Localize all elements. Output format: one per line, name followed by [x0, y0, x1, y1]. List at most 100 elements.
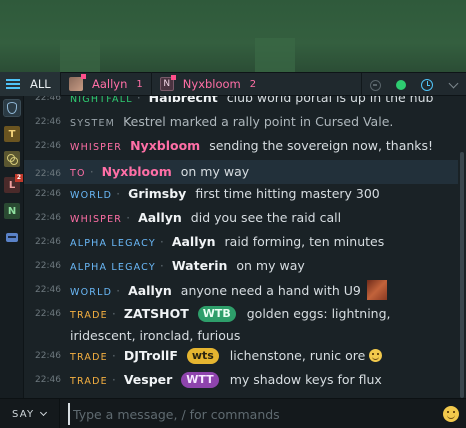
online-status-button[interactable] — [388, 73, 414, 97]
username[interactable]: Nyxbloom — [130, 138, 200, 153]
sidebar-letter: N — [7, 205, 17, 217]
chat-message: 22:46 NIGHTFALL · Halbrecht club world po… — [24, 96, 458, 110]
timestamps-toggle[interactable] — [414, 73, 440, 97]
channel-label: TRADE — [70, 352, 108, 363]
scrollbar[interactable] — [458, 96, 466, 398]
channel-label: SYSTEM — [70, 118, 116, 129]
message-text: raid forming, ten minutes — [224, 234, 385, 249]
username[interactable]: Halbrecht — [149, 96, 218, 105]
sidebar-item-n[interactable]: N — [4, 203, 20, 219]
timestamp: 22:46 — [35, 213, 61, 223]
terrain-block — [255, 38, 295, 72]
message-text: on my way — [236, 258, 305, 273]
username[interactable]: Vesper — [124, 372, 173, 387]
chat-message: 22:46 TRADE · Vesper WTT my shadow keys f… — [24, 370, 458, 392]
timestamp: 22:46 — [35, 117, 61, 127]
tab-bar-controls — [361, 73, 466, 97]
username[interactable]: Waterin — [172, 258, 228, 273]
username[interactable]: Aallyn — [128, 283, 172, 298]
chat-message-input[interactable] — [68, 403, 428, 425]
chat-message: 22:46 WORLD · Grimsby first time hitting … — [24, 184, 458, 206]
timestamp: 22:46 — [35, 141, 61, 151]
tab-all[interactable]: ALL — [0, 72, 60, 96]
chat-message: 22:46 TRADE · DJTrollF wts lichenstone, r… — [24, 346, 458, 368]
separator: · — [126, 210, 131, 225]
chat-message: 22:46 WHISPER Nyxbloom sending the sover… — [24, 136, 458, 158]
clock-icon — [421, 79, 433, 91]
game-viewport — [0, 0, 466, 72]
timestamp: 22:46 — [35, 285, 61, 295]
username[interactable]: ZATSHOT — [124, 306, 189, 321]
channel-label: WORLD — [70, 287, 113, 298]
sidebar-item-l[interactable]: L2 — [4, 174, 23, 193]
list-icon — [6, 78, 20, 90]
username[interactable]: Aallyn — [138, 210, 182, 225]
message-text: lichenstone, runic ore — [229, 348, 366, 363]
separator: · — [136, 96, 141, 105]
channel-label: TRADE — [70, 376, 108, 387]
username[interactable]: DJTrollF — [124, 348, 178, 363]
separator: · — [111, 306, 116, 321]
scrollbar-thumb[interactable] — [460, 152, 464, 398]
chat-tab-bar: ALL Aallyn 1 N Nyxbloom 2 — [0, 72, 466, 97]
chat-message: 22:46 WORLD · Aallyn anyone need a hand w… — [24, 280, 458, 303]
tab-dm-aallyn[interactable]: Aallyn 1 — [60, 72, 151, 96]
message-text: sending the sovereign now, thanks! — [209, 138, 434, 153]
terrain-block — [60, 40, 100, 72]
timestamp: 22:46 — [35, 309, 61, 319]
channel-label: ALPHA LEGACY — [70, 238, 156, 249]
username[interactable]: Nyxbloom — [102, 164, 172, 179]
chat-input-bar: SAY — [0, 398, 466, 428]
timestamp: 22:46 — [35, 261, 61, 271]
channel-label: WHISPER — [70, 142, 123, 153]
tab-dm-nyxbloom[interactable]: N Nyxbloom 2 — [150, 72, 264, 96]
shield-icon — [7, 102, 17, 114]
channel-label: WORLD — [70, 190, 113, 201]
timestamp: 22:46 — [35, 96, 61, 103]
chat-message: 22:46 SYSTEM Kestrel marked a rally poin… — [24, 112, 458, 134]
chevron-down-icon — [448, 78, 458, 89]
sidebar-item-t[interactable]: T — [4, 126, 20, 142]
emoji-picker-button[interactable] — [443, 406, 459, 422]
timestamp: 22:46 — [35, 375, 61, 385]
message-text: on my way — [180, 164, 250, 179]
timestamp: 22:46 — [35, 169, 61, 179]
message-list: 22:46 NIGHTFALL · Halbrecht club world po… — [24, 96, 458, 398]
robot-icon — [6, 232, 18, 242]
channel-sidebar: T L2 N — [0, 96, 24, 398]
tab-dm-name: Aallyn — [92, 77, 128, 91]
smiley-emoji-icon — [369, 349, 383, 362]
chat-message: 22:46 TO · Nyxbloom on my way — [24, 160, 458, 184]
collapse-button[interactable] — [440, 73, 466, 97]
message-text: did you see the raid call — [190, 210, 342, 225]
channel-label: TO — [70, 168, 86, 179]
tab-dm-name: Nyxbloom — [182, 77, 241, 91]
chevron-down-icon — [40, 408, 48, 417]
unread-dot — [170, 75, 176, 80]
username[interactable]: Aallyn — [172, 234, 216, 249]
unread-dot — [81, 74, 86, 79]
unread-count: 2 — [249, 78, 257, 90]
chat-panel: ALL Aallyn 1 N Nyxbloom 2 T L2 N 22:46 N… — [0, 72, 466, 428]
tab-all-label: ALL — [30, 77, 51, 91]
avatar — [69, 74, 86, 91]
separator: · — [159, 258, 164, 273]
channel-label: TRADE — [70, 310, 108, 321]
separator: · — [111, 372, 116, 387]
separator: · — [111, 348, 116, 363]
channel-mode-select[interactable]: SAY — [0, 399, 60, 428]
chat-message: 22:46 TRADE · ZATSHOT WTB golden eggs: li… — [24, 304, 452, 346]
separator: · — [159, 234, 164, 249]
channel-label: ALPHA LEGACY — [70, 262, 156, 273]
timestamp: 22:46 — [35, 189, 61, 199]
sidebar-item-bot[interactable] — [4, 229, 20, 245]
minimize-button[interactable] — [362, 73, 388, 97]
trade-tag: WTB — [197, 306, 236, 322]
timestamp: 22:46 — [35, 237, 61, 247]
image-thumbnail[interactable] — [366, 280, 387, 300]
sidebar-item-guild[interactable] — [3, 99, 21, 117]
username[interactable]: Grimsby — [128, 186, 186, 201]
sidebar-item-group[interactable] — [4, 151, 20, 167]
chat-message: 22:46 ALPHA LEGACY · Waterin on my way — [24, 256, 458, 278]
timestamp: 22:46 — [35, 351, 61, 361]
